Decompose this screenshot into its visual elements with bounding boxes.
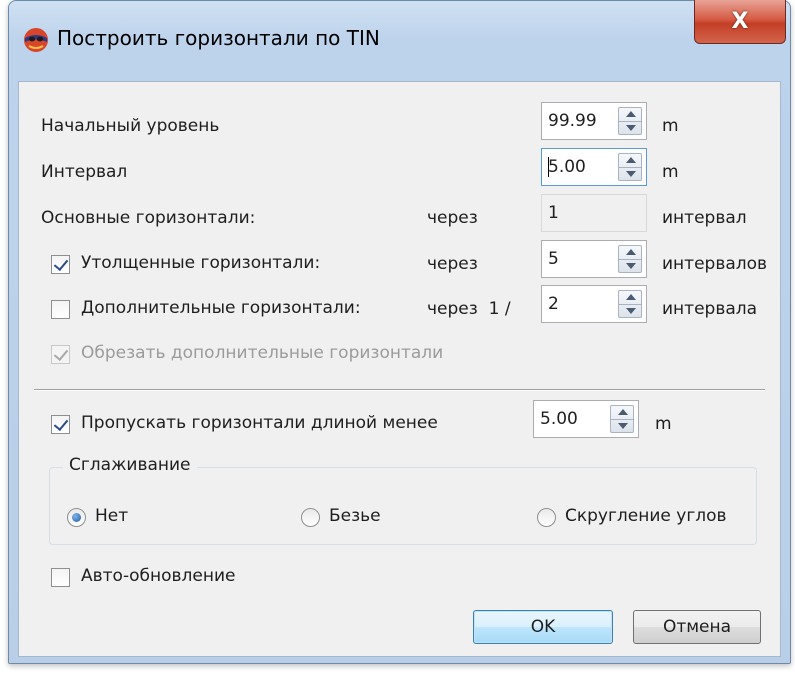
auto-update-checkbox[interactable] [51, 568, 70, 587]
interval-label: Интервал [41, 162, 128, 182]
extra-contours-checkbox[interactable] [51, 300, 70, 319]
main-contours-value: 1 [548, 203, 559, 223]
window-title: Построить горизонтали по TIN [57, 26, 380, 50]
start-level-value: 99.99 [548, 111, 597, 131]
smoothing-rounding-label[interactable]: Скругление углов [565, 506, 727, 526]
interval-spinbox[interactable]: 5.00 [541, 148, 647, 186]
extra-contours-stepper[interactable] [618, 290, 642, 318]
start-level-stepper[interactable] [618, 107, 642, 135]
extra-contours-unit: интервала [662, 299, 758, 319]
smoothing-none-radio[interactable] [67, 508, 86, 527]
main-contours-label: Основные горизонтали: [41, 208, 256, 228]
arrow-down-icon[interactable] [626, 171, 636, 177]
trim-extra-checkbox [51, 345, 70, 364]
close-icon: X [731, 9, 749, 34]
arrow-up-icon[interactable] [626, 294, 636, 300]
skip-short-label[interactable]: Пропускать горизонтали длиной менее [81, 413, 438, 433]
ok-button[interactable]: OK [473, 610, 613, 644]
arrow-up-icon[interactable] [626, 157, 636, 163]
skip-short-checkbox[interactable] [51, 415, 70, 434]
thick-contours-checkbox[interactable] [51, 255, 70, 274]
start-level-label: Начальный уровень [41, 116, 220, 136]
thick-contours-stepper[interactable] [618, 245, 642, 273]
interval-value: 5.00 [548, 157, 586, 177]
thick-contours-value: 5 [548, 249, 559, 269]
arrow-down-icon[interactable] [626, 263, 636, 269]
skip-short-stepper[interactable] [610, 405, 634, 433]
smoothing-bezier-label[interactable]: Безье [329, 506, 381, 526]
arrow-up-icon[interactable] [618, 409, 628, 415]
separator [34, 389, 765, 391]
smoothing-rounding-radio[interactable] [537, 508, 556, 527]
main-contours-through: через [427, 208, 478, 228]
thick-contours-spinbox[interactable]: 5 [541, 240, 647, 278]
auto-update-label[interactable]: Авто-обновление [81, 566, 235, 586]
thick-contours-through: через [427, 254, 478, 274]
close-button[interactable]: X [694, 0, 786, 44]
skip-short-unit: m [655, 414, 672, 434]
interval-stepper[interactable] [618, 153, 642, 181]
arrow-down-icon[interactable] [618, 423, 628, 429]
dialog-client: Начальный уровень 99.99 m Интервал 5.00 … [18, 81, 781, 657]
skip-short-value: 5.00 [540, 409, 578, 429]
extra-contours-label[interactable]: Дополнительные горизонтали: [81, 298, 361, 318]
skip-short-spinbox[interactable]: 5.00 [533, 400, 639, 438]
thick-contours-label[interactable]: Утолщенные горизонтали: [81, 253, 320, 273]
interval-unit: m [662, 162, 679, 182]
main-contours-unit: интервал [662, 208, 747, 228]
extra-contours-through: через 1 / [427, 299, 511, 319]
arrow-up-icon[interactable] [626, 111, 636, 117]
smoothing-title: Сглаживание [63, 455, 197, 475]
trim-extra-label: Обрезать дополнительные горизонтали [81, 343, 444, 363]
extra-contours-value: 2 [548, 294, 559, 314]
arrow-down-icon[interactable] [626, 125, 636, 131]
globe-icon [24, 28, 48, 52]
cancel-button[interactable]: Отмена [633, 610, 761, 644]
start-level-unit: m [662, 116, 679, 136]
arrow-up-icon[interactable] [626, 249, 636, 255]
arrow-down-icon[interactable] [626, 308, 636, 314]
smoothing-none-label[interactable]: Нет [95, 506, 128, 526]
dialog-window: Построить горизонтали по TIN X Начальный… [8, 0, 791, 664]
start-level-spinbox[interactable]: 99.99 [541, 102, 647, 140]
title-bar[interactable]: Построить горизонтали по TIN X [9, 0, 790, 81]
main-contours-field: 1 [541, 194, 647, 232]
extra-contours-spinbox[interactable]: 2 [541, 285, 647, 323]
thick-contours-unit: интервалов [662, 254, 768, 274]
smoothing-bezier-radio[interactable] [301, 508, 320, 527]
